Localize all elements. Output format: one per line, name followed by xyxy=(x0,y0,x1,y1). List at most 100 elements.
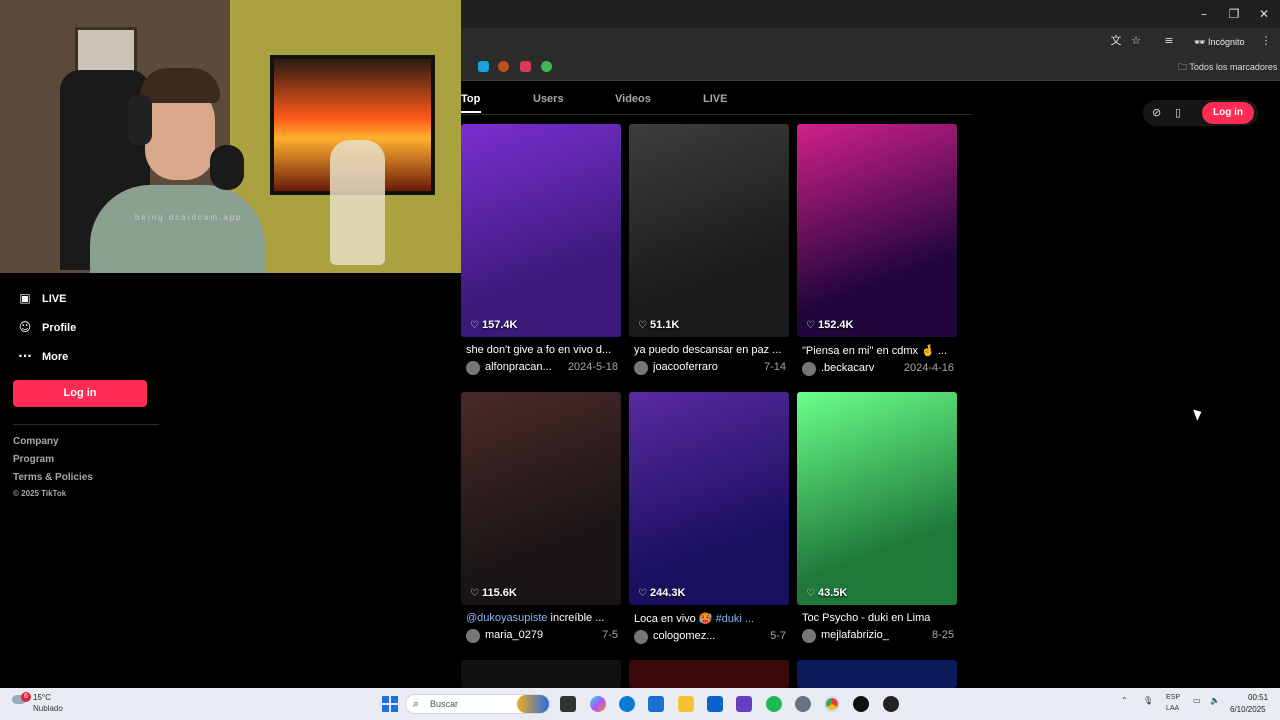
video-card[interactable]: ♡ 152.4K "Piensa en mi" en cdmx 🤞 ... .be… xyxy=(797,124,958,377)
bookmark-favicon[interactable] xyxy=(520,61,531,72)
sidebar-login-button[interactable]: Log in xyxy=(13,380,147,407)
sidebar-item-more[interactable]: ··· More xyxy=(16,345,68,367)
webcam-overlay: being dcaidcam.app xyxy=(0,0,461,273)
start-icon[interactable] xyxy=(382,696,398,712)
weather-condition[interactable]: Nublado xyxy=(33,704,63,713)
clipchamp-icon[interactable] xyxy=(736,696,752,712)
avatar[interactable] xyxy=(802,362,816,376)
compass-icon[interactable]: ⊘ xyxy=(1152,106,1161,119)
tab-live[interactable]: LIVE xyxy=(703,93,727,105)
footer-terms-link[interactable]: Terms & Policies xyxy=(13,472,93,483)
like-count: ♡ 115.6K xyxy=(470,587,517,599)
translate-icon[interactable]: 文 xyxy=(1108,33,1124,49)
chrome-icon[interactable] xyxy=(824,696,840,712)
video-description[interactable]: @dukoyasupiste increíble ... xyxy=(466,612,622,624)
video-thumbnail-partial[interactable] xyxy=(461,660,621,688)
avatar[interactable] xyxy=(634,361,648,375)
username[interactable]: joacooferraro xyxy=(653,361,738,373)
star-icon[interactable]: ☆ xyxy=(1128,33,1144,49)
video-card[interactable]: ♡ 51.1K ya puedo descansar en paz ... joa… xyxy=(629,124,790,376)
sidebar-divider xyxy=(13,424,159,425)
footer-program-link[interactable]: Program xyxy=(13,454,54,465)
video-thumbnail[interactable]: ♡ 244.3K xyxy=(629,392,789,605)
video-description[interactable]: Loca en vivo 🥵 #duki ... xyxy=(634,612,790,625)
video-card[interactable]: ♡ 43.5K Toc Psycho - duki en Lima mejlafa… xyxy=(797,392,958,644)
all-bookmarks-folder[interactable]: 🗀 Todos los marcadores xyxy=(1178,59,1277,76)
weather-badge: 6 xyxy=(21,692,31,702)
video-thumbnail[interactable]: ♡ 43.5K xyxy=(797,392,957,605)
video-description[interactable]: Toc Psycho - duki en Lima xyxy=(802,612,958,624)
sidebar-item-live[interactable]: ▣ LIVE xyxy=(16,287,66,309)
store-icon[interactable] xyxy=(648,696,664,712)
volume-icon[interactable]: 🔈 xyxy=(1210,696,1220,705)
video-thumbnail-partial[interactable] xyxy=(797,660,957,688)
avatar[interactable] xyxy=(466,361,480,375)
phone-icon[interactable]: ▯ xyxy=(1175,106,1181,119)
video-meta: cologomez... 5-7 xyxy=(634,630,786,645)
username[interactable]: mejlafabrizio_ xyxy=(821,629,906,641)
heart-icon: ♡ xyxy=(806,320,815,331)
post-date: 7-14 xyxy=(763,361,786,373)
close-icon[interactable]: ✕ xyxy=(1256,6,1272,22)
outlook-icon[interactable] xyxy=(707,696,723,712)
bookmark-favicon[interactable] xyxy=(478,61,489,72)
minimize-icon[interactable]: – xyxy=(1196,6,1212,22)
file-explorer-icon[interactable] xyxy=(678,696,694,712)
webcam-person-hair xyxy=(140,68,220,103)
app-icon[interactable] xyxy=(853,696,869,712)
language-bottom[interactable]: LAA xyxy=(1166,705,1179,712)
task-view-icon[interactable] xyxy=(560,696,576,712)
username[interactable]: alfonpracan... xyxy=(485,361,570,373)
avatar[interactable] xyxy=(802,629,816,643)
sidebar-item-profile[interactable]: ☺ Profile xyxy=(16,316,77,338)
header-login-button[interactable]: Log in xyxy=(1202,102,1254,124)
bookmark-favicon[interactable] xyxy=(498,61,509,72)
spotify-icon[interactable] xyxy=(766,696,782,712)
username[interactable]: maria_0279 xyxy=(485,629,570,641)
avatar[interactable] xyxy=(634,630,648,644)
kebab-menu-icon[interactable]: ⋮ xyxy=(1258,33,1274,49)
microphone-icon[interactable]: 🎙 xyxy=(1143,696,1153,705)
video-card[interactable]: ♡ 157.4K she don't give a fo en vivo d...… xyxy=(461,124,622,376)
tab-users[interactable]: Users xyxy=(533,93,564,105)
username[interactable]: .beckacarv xyxy=(821,362,906,374)
bookmark-favicon[interactable] xyxy=(541,61,552,72)
heart-icon: ♡ xyxy=(806,588,815,599)
video-thumbnail[interactable]: ♡ 157.4K xyxy=(461,124,621,337)
heart-icon: ♡ xyxy=(638,320,647,331)
media-control-icon[interactable]: ≡ xyxy=(1161,33,1177,49)
webcam-microphone xyxy=(210,145,244,190)
video-description[interactable]: she don't give a fo en vivo d... xyxy=(466,344,622,356)
video-description[interactable]: "Piensa en mi" en cdmx 🤞 ... xyxy=(802,344,958,357)
video-description[interactable]: ya puedo descansar en paz ... xyxy=(634,344,790,356)
video-card[interactable]: ♡ 115.6K @dukoyasupiste increíble ... mar… xyxy=(461,392,622,644)
clock-date[interactable]: 6/10/2025 xyxy=(1230,705,1266,714)
video-meta: alfonpracan... 2024-5-18 xyxy=(466,361,618,376)
tab-videos[interactable]: Videos xyxy=(615,93,651,105)
video-card[interactable]: ♡ 244.3K Loca en vivo 🥵 #duki ... cologom… xyxy=(629,392,790,645)
post-date: 5-7 xyxy=(770,630,786,642)
webcam-skeleton xyxy=(330,140,385,265)
tab-top[interactable]: Top xyxy=(461,93,480,105)
video-thumbnail[interactable]: ♡ 51.1K xyxy=(629,124,789,337)
app-icon[interactable] xyxy=(883,696,899,712)
footer-company-link[interactable]: Company xyxy=(13,436,59,447)
edge-icon[interactable] xyxy=(619,696,635,712)
video-thumbnail[interactable]: ♡ 115.6K xyxy=(461,392,621,605)
language-top[interactable]: ESP xyxy=(1166,694,1180,701)
weather-temp[interactable]: 15°C xyxy=(33,693,51,702)
copilot-icon[interactable] xyxy=(590,696,606,712)
incognito-badge[interactable]: 🕶 Incógnito xyxy=(1188,31,1250,53)
restore-icon[interactable]: ❐ xyxy=(1226,6,1242,22)
chevron-up-icon[interactable]: ⌃ xyxy=(1121,696,1128,705)
username[interactable]: cologomez... xyxy=(653,630,738,642)
search-highlight-image[interactable] xyxy=(517,695,549,713)
clock-time[interactable]: 00:51 xyxy=(1248,693,1268,702)
video-thumbnail[interactable]: ♡ 152.4K xyxy=(797,124,957,337)
post-date: 7-5 xyxy=(602,629,618,641)
network-icon[interactable]: ▭ xyxy=(1193,696,1201,705)
settings-icon[interactable] xyxy=(795,696,811,712)
like-count: ♡ 43.5K xyxy=(806,587,848,599)
avatar[interactable] xyxy=(466,629,480,643)
video-thumbnail-partial[interactable] xyxy=(629,660,789,688)
